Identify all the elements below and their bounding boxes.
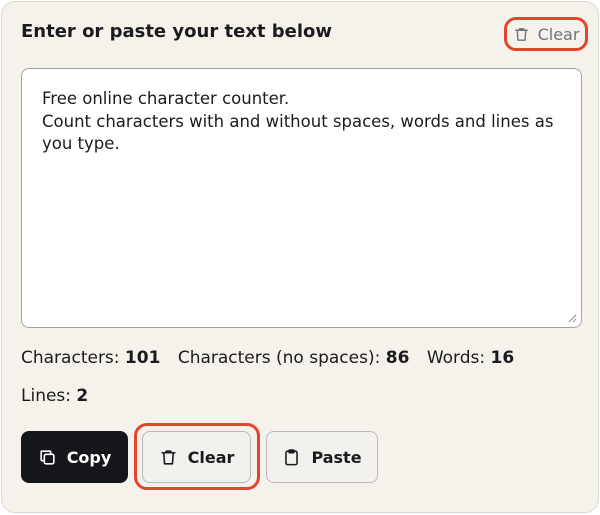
paste-label: Paste (311, 447, 362, 467)
trash-icon (160, 449, 176, 465)
clipboard-icon (285, 448, 299, 465)
resize-handle-icon[interactable] (567, 313, 577, 323)
stat-words-value: 16 (490, 348, 515, 368)
copy-label: Copy (66, 447, 112, 467)
header-clear-label: Clear (537, 24, 580, 44)
stats-row: Characters: 101 Characters (no spaces): … (21, 348, 526, 368)
stat-lines-value: 2 (76, 386, 89, 406)
stat-words: Words: 16 (426, 348, 515, 368)
character-counter-panel: Enter or paste your text below Clear Fre… (1, 1, 599, 513)
panel-title: Enter or paste your text below (21, 21, 333, 42)
stat-characters-no-spaces: Characters (no spaces): 86 (177, 348, 410, 368)
copy-icon (40, 449, 55, 465)
stat-no-spaces-value: 86 (385, 348, 410, 368)
stat-characters: Characters: 101 (21, 348, 161, 368)
copy-button[interactable]: Copy (21, 431, 128, 483)
paste-button[interactable]: Paste (266, 431, 378, 483)
text-input-content[interactable]: Free online character counter. Count cha… (42, 88, 563, 156)
stat-characters-value: 101 (124, 348, 161, 368)
stat-lines: Lines: 2 (21, 386, 89, 406)
clear-button[interactable]: Clear (142, 431, 251, 483)
clear-label: Clear (187, 447, 235, 467)
stats-row-lines: Lines: 2 (21, 386, 100, 406)
text-input-area[interactable]: Free online character counter. Count cha… (21, 68, 582, 328)
header-clear-button[interactable]: Clear (504, 17, 588, 51)
trash-icon (514, 27, 528, 41)
